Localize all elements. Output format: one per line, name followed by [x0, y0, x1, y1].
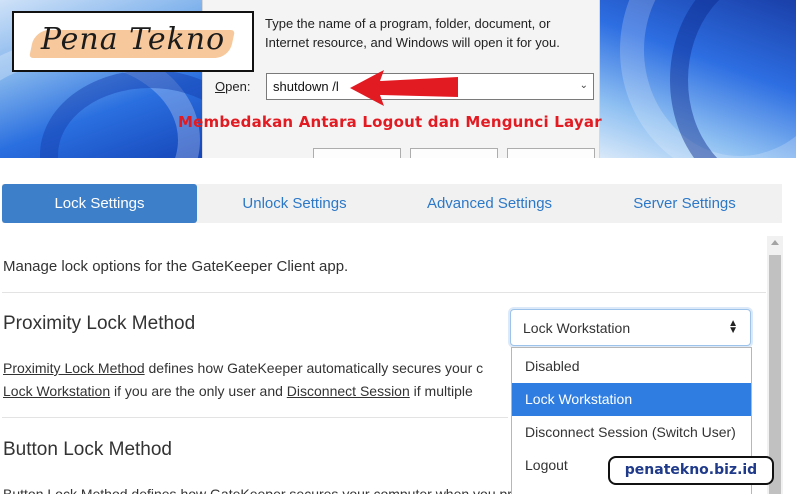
- run-description: Type the name of a program, folder, docu…: [265, 16, 560, 50]
- run-dialog-screenshot: Type the name of a program, folder, docu…: [0, 0, 796, 158]
- button-lock-heading: Button Lock Method: [3, 439, 172, 460]
- divider: [2, 417, 508, 418]
- select-value: Lock Workstation: [523, 320, 631, 336]
- vertical-scrollbar[interactable]: [767, 236, 783, 494]
- intro-text: Manage lock options for the GateKeeper C…: [3, 258, 349, 275]
- tab-advanced-settings[interactable]: Advanced Settings: [392, 184, 587, 223]
- open-input-value: shutdown /l: [273, 79, 339, 94]
- tab-lock-settings[interactable]: Lock Settings: [2, 184, 197, 223]
- option-disconnect-session[interactable]: Disconnect Session (Switch User): [512, 416, 751, 449]
- site-badge: penatekno.biz.id: [608, 456, 774, 485]
- proximity-description-line1: Proximity Lock Method defines how GateKe…: [3, 360, 484, 376]
- sort-arrows-icon: ▲ ▼: [728, 318, 738, 336]
- open-label: Open:: [215, 79, 251, 94]
- proximity-description-line2: Lock Workstation if you are the only use…: [3, 383, 473, 399]
- divider: [2, 292, 766, 293]
- red-arrow-icon: [350, 70, 458, 106]
- proximity-lock-method-select[interactable]: Lock Workstation ▲ ▼: [510, 309, 751, 346]
- settings-tabs: Lock Settings Unlock Settings Advanced S…: [2, 184, 782, 223]
- tab-server-settings[interactable]: Server Settings: [587, 184, 782, 223]
- ok-button[interactable]: [313, 148, 401, 158]
- disconnect-session-link[interactable]: Disconnect Session: [287, 383, 410, 399]
- scroll-up-icon[interactable]: [771, 240, 779, 245]
- tab-unlock-settings[interactable]: Unlock Settings: [197, 184, 392, 223]
- wallpaper-right: [600, 0, 796, 158]
- proximity-heading: Proximity Lock Method: [3, 313, 196, 334]
- chevron-down-icon[interactable]: ⌄: [580, 80, 588, 91]
- proximity-lock-method-link[interactable]: Proximity Lock Method: [3, 360, 145, 376]
- pena-tekno-logo: Pena Tekno: [12, 11, 254, 72]
- cancel-button[interactable]: [410, 148, 498, 158]
- logo-text: Pena Tekno: [40, 22, 226, 57]
- article-headline: Membedakan Antara Logout dan Mengunci La…: [178, 113, 602, 131]
- lock-workstation-link[interactable]: Lock Workstation: [3, 383, 110, 399]
- browse-button[interactable]: [507, 148, 595, 158]
- option-disabled[interactable]: Disabled: [512, 350, 751, 383]
- option-lock-workstation[interactable]: Lock Workstation: [512, 383, 751, 416]
